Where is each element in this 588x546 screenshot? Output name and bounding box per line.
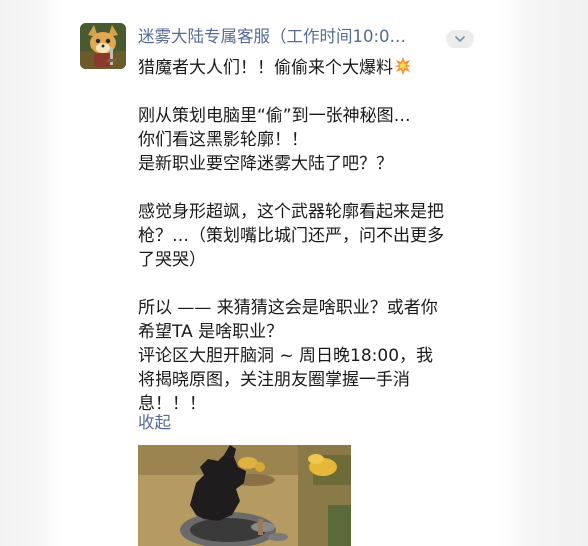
moments-post-page: 迷雾大陆专属客服（工作时间10:0… 猎魔者大人们！！偷偷来个大爆料 刚从策划电… [0,0,588,546]
collision-icon [394,57,412,82]
post-line: 猎魔者大人们！！偷偷来个大爆料 [138,56,478,80]
post-line: 评论区大胆开脑洞 ~ 周日晚18:00，我 [138,346,434,366]
left-margin [0,0,62,546]
post-line: 所以 —— 来猜猜这会是啥职业？或者你 [138,298,438,318]
game-character-avatar-icon[interactable] [80,23,126,69]
post-line: 将揭晓原图，关注朋友圈掌握一手消 [138,370,410,390]
post-line: 你们看这黑影轮廓！！ [138,130,308,150]
chevron-down-icon[interactable] [446,30,474,48]
post-line: 感觉身形超飒，这个武器轮廓看起来是把 [138,202,444,222]
post-text: 猎魔者大人们！！偷偷来个大爆料 刚从策划电脑里“偷”到一张神秘图… 你们看这黑影… [138,56,478,416]
post-line: 枪？…（策划嘴比城门还严，问不出更多 [138,226,444,246]
collapse-link[interactable]: 收起 [138,412,171,434]
post-line: 希望TA 是啥职业？ [138,322,284,342]
post-line: 刚从策划电脑里“偷”到一张神秘图… [138,106,411,126]
right-margin [498,0,588,546]
post-line: 了哭哭） [138,250,206,270]
post-line: 息！！！ [138,394,206,414]
post-line: 是新职业要空降迷雾大陆了吧？？ [138,154,393,174]
silhouette-teaser-image[interactable] [138,445,351,546]
account-name[interactable]: 迷雾大陆专属客服（工作时间10:0… [138,26,438,48]
